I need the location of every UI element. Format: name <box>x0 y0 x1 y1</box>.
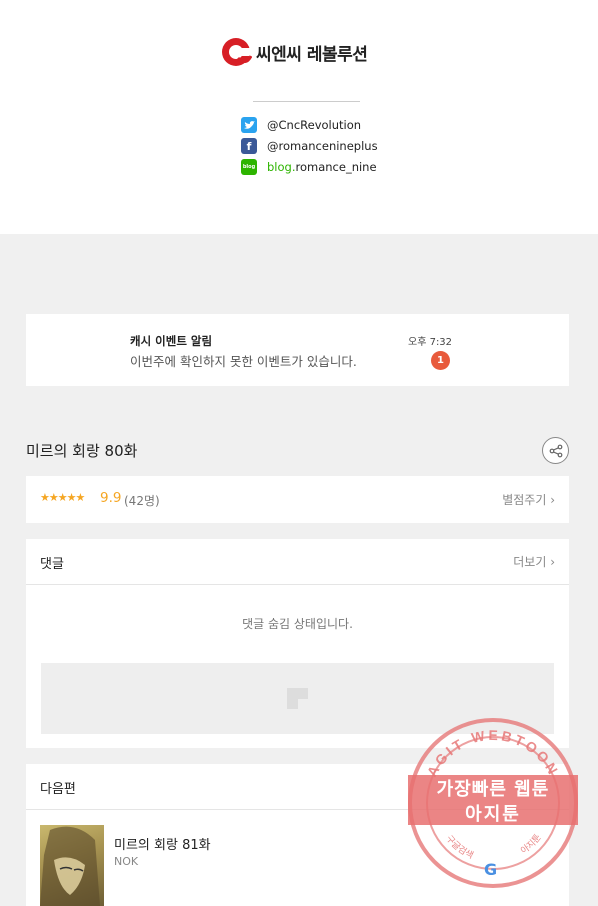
facebook-link[interactable]: f @romancenineplus <box>241 138 378 154</box>
notification-message: 이번주에 확인하지 못한 이벤트가 있습니다. <box>130 354 357 369</box>
blog-prefix: blog. <box>267 160 296 174</box>
rating-card: ★★★★★ 9.9 (42명) 별점주기 › <box>26 476 569 523</box>
brand-name: 씨엔씨 레볼루션 <box>256 44 368 65</box>
brand-logo-icon <box>220 36 253 68</box>
episode-title: 미르의 회랑 80화 <box>26 442 138 460</box>
comments-card: 댓글 더보기 › 댓글 숨김 상태입니다. <box>26 539 569 748</box>
next-episode-card[interactable]: 다음편 미르의 회랑 81화 NOK <box>26 764 569 906</box>
blog-handle: romance_nine <box>295 160 377 174</box>
notification-title: 캐시 이벤트 알림 <box>130 334 213 348</box>
share-button[interactable] <box>542 437 569 464</box>
twitter-handle: @CncRevolution <box>267 118 362 132</box>
notification-badge: 1 <box>431 351 450 370</box>
next-episode-section-title: 다음편 <box>40 782 76 797</box>
brand-logo[interactable]: 씨엔씨 레볼루션 <box>220 36 368 68</box>
rating-count: (42명) <box>124 494 160 508</box>
twitter-link[interactable]: @CncRevolution <box>241 117 361 133</box>
notification-time: 오후 7:32 <box>408 337 453 348</box>
facebook-icon: f <box>241 138 257 154</box>
comments-more-button[interactable]: 더보기 › <box>513 553 555 570</box>
next-episode-thumbnail[interactable] <box>40 825 104 906</box>
divider <box>26 809 569 810</box>
comments-hidden-message: 댓글 숨김 상태입니다. <box>242 617 353 631</box>
next-episode-title[interactable]: 미르의 회랑 81화 <box>114 834 211 853</box>
header-divider <box>253 101 360 102</box>
blog-link[interactable]: blog blog. romance_nine <box>241 159 377 175</box>
next-episode-author: NOK <box>114 855 139 868</box>
notification-card[interactable]: 캐시 이벤트 알림 이번주에 확인하지 못한 이벤트가 있습니다. 오후 7:3… <box>26 314 569 386</box>
ad-placeholder <box>41 663 554 734</box>
rate-button[interactable]: 별점주기 › <box>502 491 555 508</box>
blog-icon: blog <box>241 159 257 175</box>
rating-score: 9.9 <box>100 490 122 506</box>
header-area: 씨엔씨 레볼루션 @CncRevolution f @romanceninepl… <box>0 0 598 234</box>
comments-title: 댓글 <box>40 557 64 572</box>
twitter-icon <box>241 117 257 133</box>
share-icon <box>549 444 562 457</box>
facebook-handle: @romancenineplus <box>267 139 378 153</box>
star-rating-icon: ★★★★★ <box>40 491 85 504</box>
placeholder-icon <box>287 688 308 709</box>
divider <box>26 584 569 585</box>
